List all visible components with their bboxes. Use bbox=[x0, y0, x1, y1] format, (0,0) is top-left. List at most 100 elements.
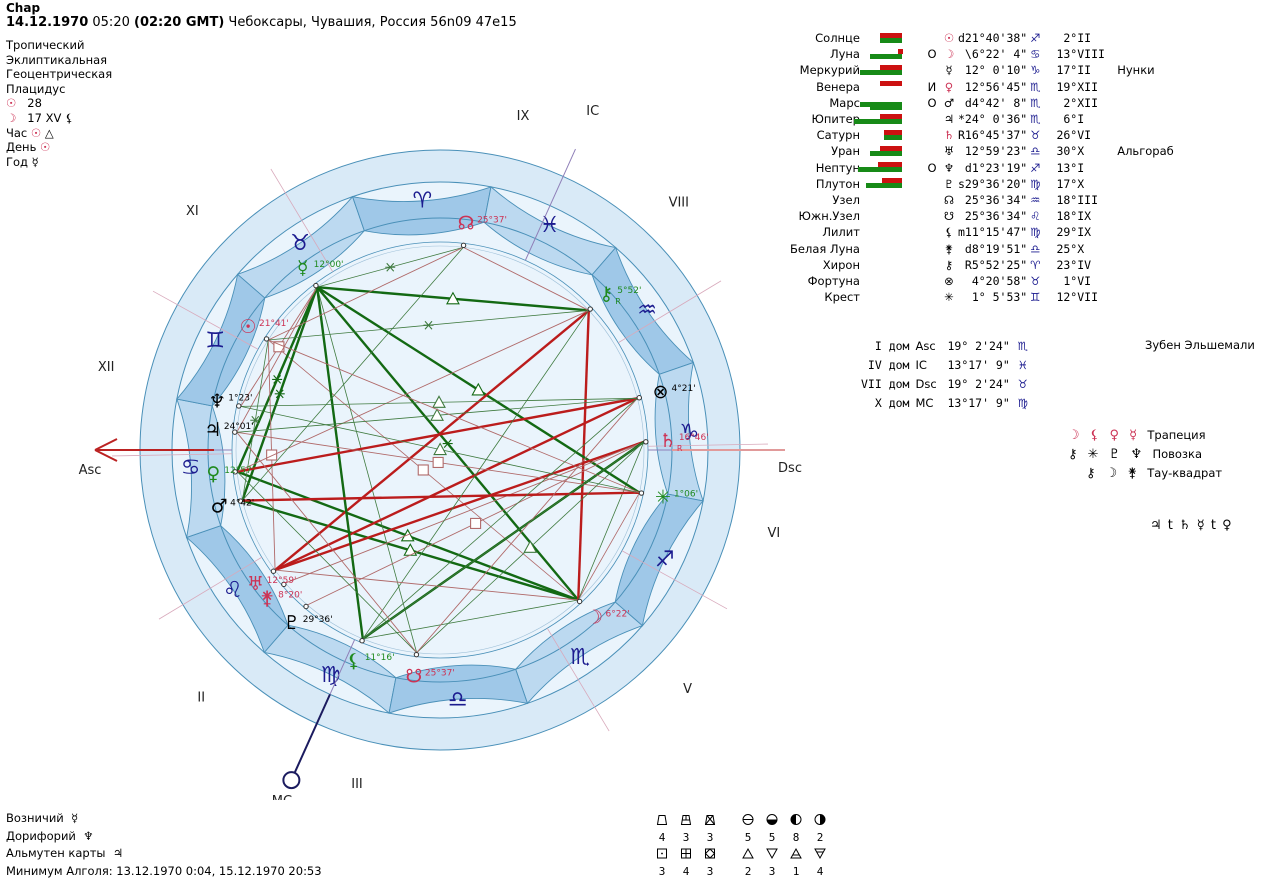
asc-fixed-star: Зубен Эльшемали bbox=[1145, 338, 1255, 352]
half-down-icon bbox=[760, 812, 784, 829]
chart-subtitle: 14.12.1970 05:20 (02:20 GMT) Чебоксары, … bbox=[6, 15, 766, 31]
white-moon-point-icon[interactable]: ⚵ bbox=[260, 588, 274, 610]
planet-house: X bbox=[1077, 241, 1085, 256]
zodiac-sign-icon: ♊ bbox=[205, 329, 225, 354]
planet-position: 25°36'34" bbox=[958, 208, 1027, 224]
cross-point-icon[interactable]: ✳ bbox=[655, 487, 671, 509]
stat-value: 2 bbox=[744, 865, 752, 878]
planet-house-degree: 30° bbox=[1056, 144, 1078, 159]
house-label: VII дом bbox=[861, 376, 910, 391]
lilith-point-icon[interactable]: ⚸ bbox=[347, 650, 361, 672]
sun-point-icon[interactable]: ☉ bbox=[239, 316, 256, 338]
planet-bars-cell bbox=[860, 224, 924, 240]
planet-table: Солнце ☉ d21°40'38" ♐ 2° II Луна О ☽ \6°22' 4" ♋ 13… bbox=[790, 30, 1174, 305]
placement-degree: 1°06' bbox=[674, 490, 698, 500]
placement-degree: 25°37' bbox=[425, 669, 455, 679]
planet-fixed-star bbox=[1117, 95, 1174, 111]
planet-degrees: 25°36'34" bbox=[964, 209, 1028, 224]
saturn-point-icon[interactable]: ♄ bbox=[659, 430, 676, 452]
planet-flag bbox=[924, 224, 940, 240]
moon-point-icon[interactable]: ☽ bbox=[586, 607, 603, 629]
planet-sign-icon: ♉ bbox=[1030, 128, 1041, 143]
house-numeral: V bbox=[683, 682, 692, 697]
planet-fixed-star bbox=[1117, 111, 1174, 127]
planet-retro-flag: R bbox=[964, 257, 972, 272]
planet-fixed-star bbox=[1117, 240, 1174, 256]
pluto-point-icon[interactable]: ♇ bbox=[283, 612, 300, 634]
planet-flag bbox=[924, 176, 940, 192]
planet-flag bbox=[924, 62, 940, 78]
chiron-point-icon[interactable]: ⚷ bbox=[599, 283, 613, 305]
strength-bars bbox=[859, 64, 922, 77]
planet-glyph-icon: ♃ bbox=[943, 112, 955, 127]
house-label: I дом bbox=[874, 338, 910, 353]
mercury-point-icon[interactable]: ☿ bbox=[297, 257, 309, 279]
planet-position: R5°52'25" bbox=[958, 257, 1027, 273]
planet-bars-cell bbox=[860, 257, 924, 273]
planet-fixed-star: Альгораб bbox=[1117, 144, 1174, 159]
planet-sign-icon: ♊ bbox=[1030, 290, 1041, 305]
node-point-icon[interactable]: ☊ bbox=[458, 212, 475, 234]
house-cusp-abbr: Asc bbox=[915, 338, 936, 353]
planet-row: Марс О ♂ d4°42' 8" ♏ 2° XII bbox=[790, 95, 1174, 111]
configuration-item: ☽ ⚸ ♀ ☿ Трапеция bbox=[1068, 426, 1222, 445]
planet-flag bbox=[924, 289, 940, 305]
house-position: 13°17' 9" bbox=[947, 395, 1010, 410]
zodiac-sign-icon: ♌ bbox=[223, 578, 243, 603]
chart-place: Чебоксары, Чувашия, Россия 56n09 47e15 bbox=[228, 15, 517, 30]
chart-gmt-time: (02:20 GMT) bbox=[134, 15, 225, 30]
neptune-point-icon[interactable]: ♆ bbox=[209, 390, 226, 412]
config-glyphs: ⚷ ☽ ⚵ bbox=[1086, 466, 1140, 481]
planet-house: VI bbox=[1077, 128, 1092, 143]
footer-rulers: Возничий ☿ Дорифорий ♆ Альмутен карты ♃ … bbox=[6, 810, 322, 880]
placement-degree: 4°21' bbox=[672, 384, 696, 394]
triangle-up-icon bbox=[736, 846, 760, 863]
strength-bars bbox=[859, 96, 922, 111]
planet-house: VI bbox=[1077, 273, 1092, 288]
south-node-point-icon[interactable]: ☋ bbox=[405, 666, 422, 688]
stat-value: 4 bbox=[816, 865, 824, 878]
planet-flag bbox=[924, 111, 940, 127]
planet-house-degree: 2° bbox=[1063, 31, 1078, 46]
planet-position: d4°42' 8" bbox=[958, 95, 1027, 111]
jupiter-point-icon[interactable]: ♃ bbox=[204, 419, 221, 441]
planet-house-degree: 6° bbox=[1063, 112, 1078, 127]
configuration-item: ⚷ ✳ ♇ ♆ Повозка bbox=[1068, 445, 1222, 464]
fortune-point-icon[interactable]: ⊗ bbox=[653, 381, 669, 403]
succedent-icon bbox=[674, 846, 698, 863]
planet-bars-cell bbox=[857, 160, 924, 176]
stat-value: 5 bbox=[768, 831, 776, 844]
planet-house: IV bbox=[1077, 257, 1092, 272]
house-cusp-row: I дом Asc 19° 2'24" ♏ bbox=[860, 336, 1033, 355]
planet-row: Крест ✳ 1° 5'53" ♊ 12° VII bbox=[790, 289, 1174, 305]
planet-row: Белая Луна ⚵ d8°19'51" ♎ 25° X bbox=[790, 240, 1174, 256]
triangle-up2-icon bbox=[784, 846, 808, 863]
planet-retro-flag: m bbox=[957, 225, 965, 240]
placement-degree: 21°41' bbox=[259, 319, 289, 329]
planet-degrees: 25°36'34" bbox=[964, 192, 1028, 207]
planet-name: Солнце bbox=[815, 31, 860, 46]
stat-value: 8 bbox=[792, 831, 800, 844]
planet-fixed-star bbox=[1117, 224, 1174, 240]
fixed-icon bbox=[674, 812, 698, 829]
planet-sign-icon: ♎ bbox=[1030, 241, 1041, 256]
planet-flag bbox=[924, 127, 940, 143]
planet-row: Меркурий ☿ 12° 0'10" ♑ 17° II Нунки bbox=[790, 62, 1174, 78]
stat-value: 1 bbox=[792, 865, 800, 878]
charioteer-label: Возничий bbox=[6, 811, 64, 825]
stats-glyph-row bbox=[650, 812, 832, 829]
planet-fixed-star bbox=[1117, 273, 1174, 289]
planet-row: Узел ☊ 25°36'34" ♒ 18° III bbox=[790, 192, 1174, 208]
config-name: Трапеция bbox=[1147, 428, 1206, 442]
planet-name: Меркурий bbox=[799, 63, 860, 78]
stats-glyph-row bbox=[650, 846, 832, 863]
doriphory-row: Дорифорий ♆ bbox=[6, 828, 322, 846]
planet-flag bbox=[924, 273, 940, 289]
mars-point-icon[interactable]: ♂ bbox=[211, 495, 228, 517]
dispositor-formula: ♃ t ♄ ☿ t ♀ bbox=[1150, 518, 1233, 533]
planet-row: Сатурн ♄ R16°45'37" ♉ 26° VI bbox=[790, 127, 1174, 143]
placement-degree: 12°00' bbox=[314, 260, 344, 270]
planet-degrees: 29°36'20" bbox=[964, 176, 1028, 191]
venus-point-icon[interactable]: ♀ bbox=[206, 463, 220, 485]
placement-degree: 25°37' bbox=[477, 215, 507, 225]
